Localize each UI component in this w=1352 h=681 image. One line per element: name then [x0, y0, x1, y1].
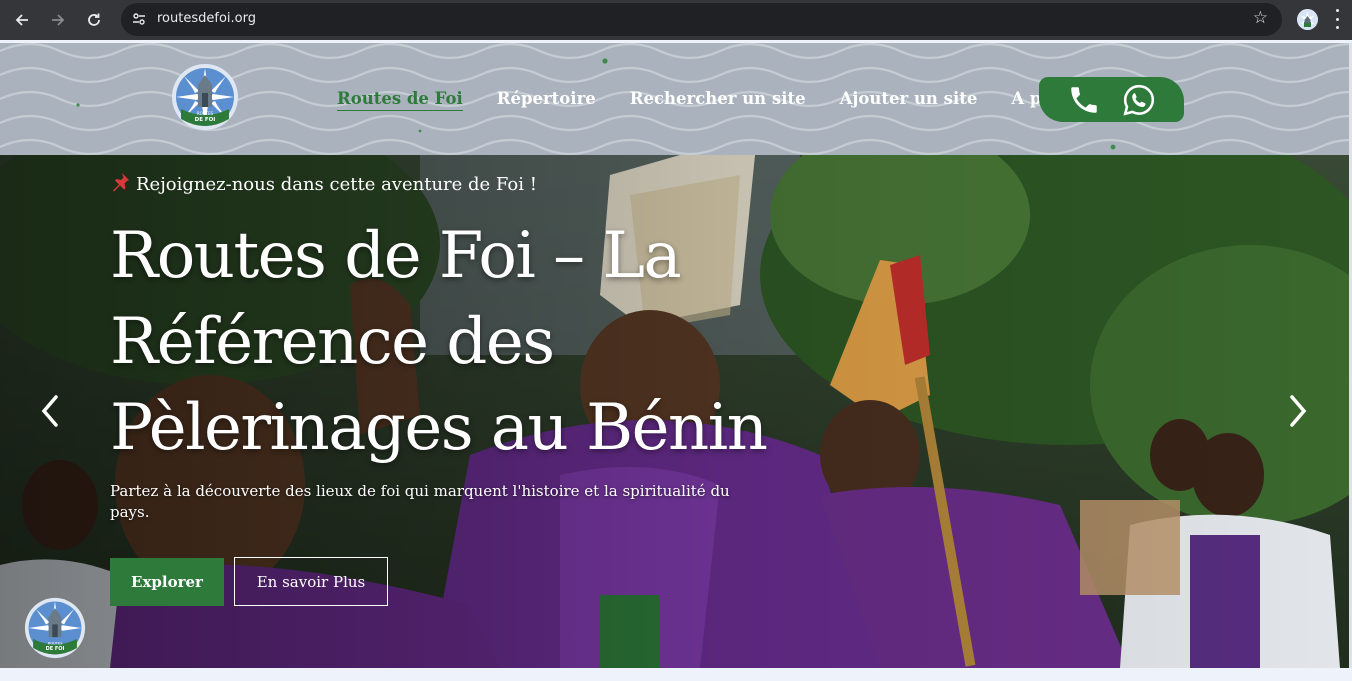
hero-title: Routes de Foi – La Référence des Pèlerin…: [110, 219, 768, 465]
address-bar[interactable]: routesdefoi.org ☆: [121, 3, 1282, 36]
pushpin-icon: [113, 173, 129, 192]
nav-link-ajouter-un-site[interactable]: Ajouter un site: [840, 89, 978, 111]
svg-text:ROUTES: ROUTES: [197, 111, 214, 116]
svg-text:ROUTES: ROUTES: [48, 641, 64, 645]
site-header: ROUTES DE FOI Routes de Foi Répertoire R…: [0, 43, 1349, 155]
main-nav: Routes de Foi Répertoire Rechercher un s…: [337, 89, 1143, 111]
svg-text:DE FOI: DE FOI: [46, 646, 65, 652]
page-bottom-strip: [0, 668, 1352, 681]
back-button[interactable]: [10, 8, 34, 32]
hero-tagline: Rejoignez-nous dans cette aventure de Fo…: [110, 172, 537, 195]
explore-button[interactable]: Explorer: [110, 558, 224, 606]
hero-subtitle: Partez à la découverte des lieux de foi …: [110, 482, 730, 521]
site-logo[interactable]: ROUTES DE FOI: [171, 63, 239, 131]
forward-button[interactable]: [46, 8, 70, 32]
svg-text:DE FOI: DE FOI: [195, 117, 216, 123]
hero-tagline-text: Rejoignez-nous dans cette aventure de Fo…: [136, 174, 537, 195]
reload-icon: [88, 13, 100, 26]
reload-button[interactable]: [82, 8, 106, 32]
arrow-left-icon: [15, 14, 28, 26]
whatsapp-icon[interactable]: [1122, 83, 1156, 117]
star-icon[interactable]: ☆: [1253, 8, 1268, 28]
nav-link-routes-de-foi[interactable]: Routes de Foi: [337, 89, 463, 111]
browser-toolbar: routesdefoi.org ☆: [0, 0, 1352, 40]
floating-logo[interactable]: ROUTES DE FOI: [24, 597, 86, 659]
profile-avatar[interactable]: [1297, 9, 1318, 30]
arrow-right-icon: [52, 14, 65, 26]
learn-more-button[interactable]: En savoir Plus: [234, 557, 388, 606]
hero-carousel: Rejoignez-nous dans cette aventure de Fo…: [0, 155, 1349, 668]
nav-link-repertoire[interactable]: Répertoire: [497, 89, 596, 111]
url-text[interactable]: routesdefoi.org: [157, 11, 256, 26]
phone-icon[interactable]: [1066, 83, 1102, 117]
chevron-left-icon[interactable]: [38, 391, 62, 431]
chevron-right-icon[interactable]: [1286, 391, 1310, 431]
nav-link-rechercher-un-site[interactable]: Rechercher un site: [630, 89, 806, 111]
tune-icon[interactable]: [131, 11, 147, 27]
contact-pill: [1039, 77, 1184, 122]
kebab-menu-icon[interactable]: [1334, 9, 1340, 29]
